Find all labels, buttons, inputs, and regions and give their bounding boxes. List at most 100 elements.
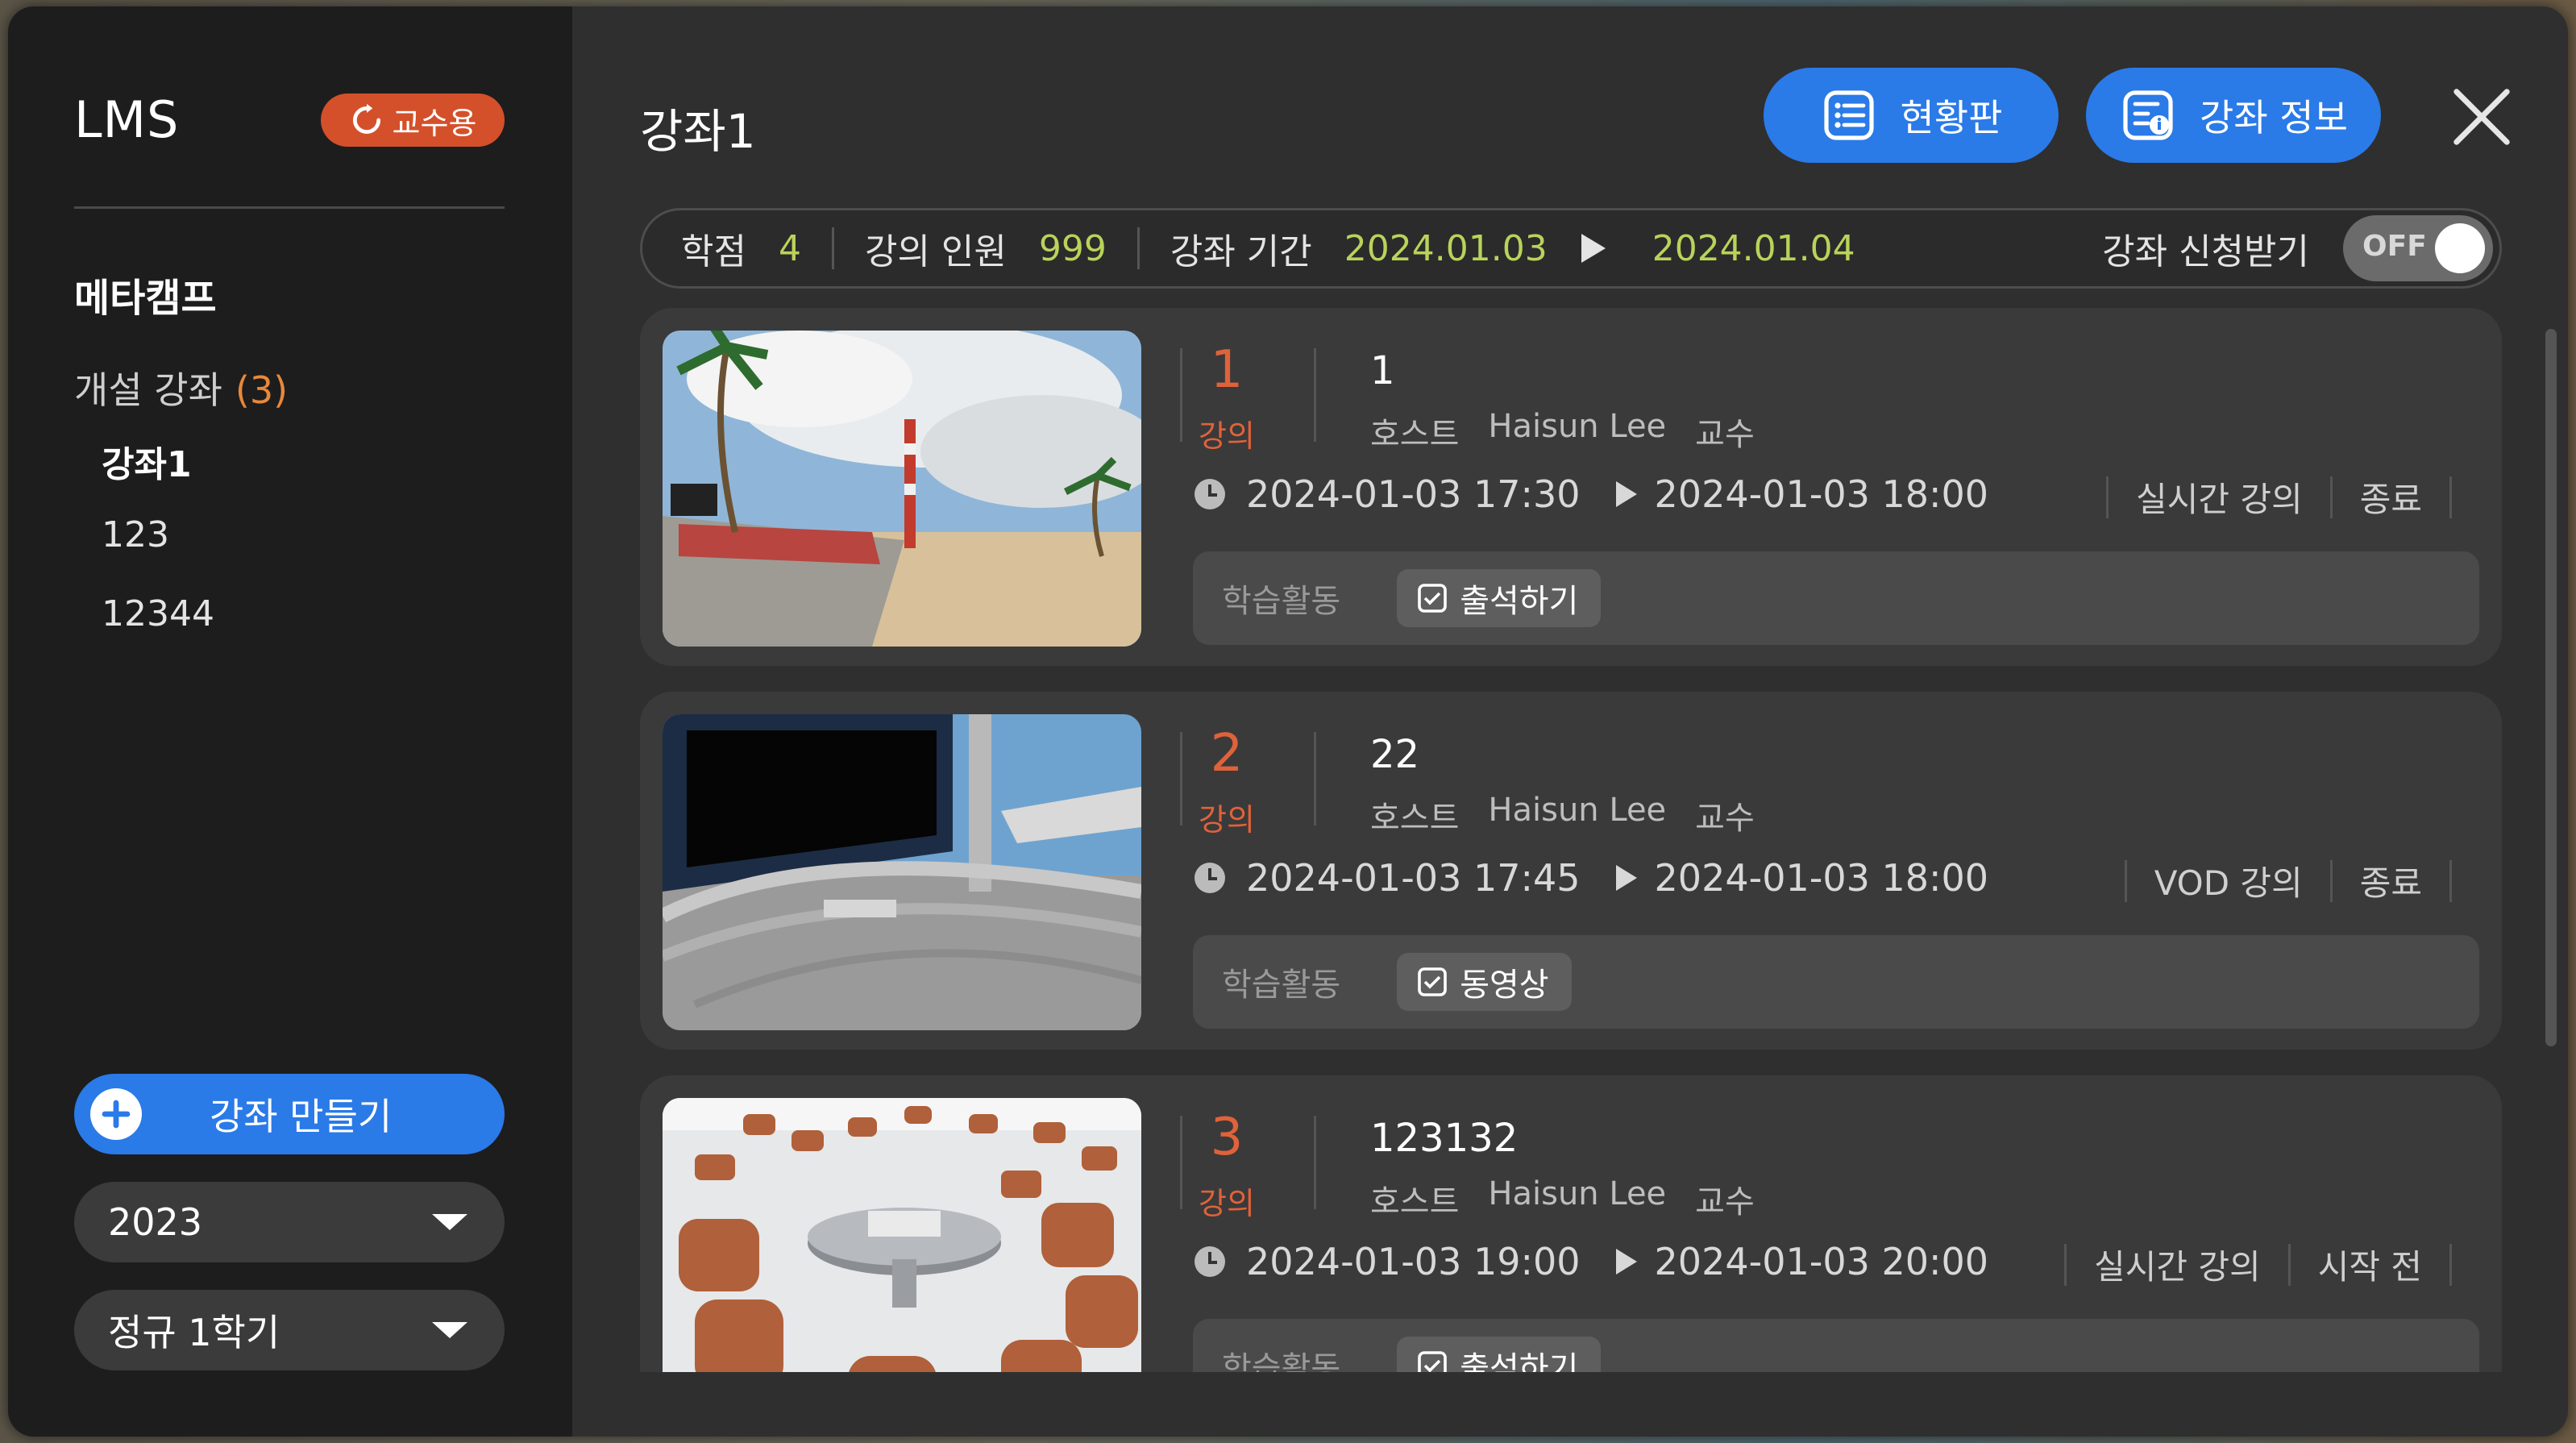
sidebar-course-2[interactable]: 123 [102, 514, 169, 555]
lecture-number: 3 [1210, 1108, 1244, 1167]
lecture-type: VOD 강의 [2154, 863, 2303, 903]
enroll-toggle[interactable]: OFF [2343, 215, 2493, 281]
separator [1180, 348, 1182, 442]
chevron-down-icon [432, 1322, 467, 1338]
lecture-card[interactable]: 3 강의 123132 호스트 Haisun Lee 교수 2024-01-03… [640, 1075, 2502, 1372]
lecture-number-label: 강의 [1199, 418, 1255, 454]
host-role: 교수 [1695, 416, 1755, 453]
app-title: LMS [74, 90, 180, 149]
sidebar-course-3[interactable]: 12344 [102, 593, 214, 634]
lecture-thumbnail-hall [663, 714, 1141, 1030]
dashboard-label: 현황판 [1900, 96, 2003, 139]
time-row: 2024-01-03 17:45 2024-01-03 18:00 [1195, 856, 1988, 900]
clock-icon [1195, 863, 1225, 893]
create-course-label: 강좌 만들기 [210, 1095, 393, 1138]
lecture-number: 2 [1210, 724, 1244, 784]
sidebar-course-1[interactable]: 강좌1 [102, 435, 192, 487]
host-row: 호스트 Haisun Lee 교수 [1370, 1175, 1755, 1222]
plus-icon [90, 1088, 142, 1140]
period-start: 2024.01.03 [1344, 227, 1548, 269]
lecture-number-label: 강의 [1199, 1186, 1255, 1221]
activity-chip-video[interactable]: 동영상 [1397, 953, 1572, 1011]
dashboard-button[interactable]: 현황판 [1764, 68, 2059, 163]
role-badge-label: 교수용 [392, 105, 477, 141]
lecture-start: 2024-01-03 17:30 [1246, 472, 1581, 516]
time-row: 2024-01-03 19:00 2024-01-03 20:00 [1195, 1240, 1988, 1283]
info-document-icon [2123, 90, 2173, 140]
host-role: 교수 [1695, 1183, 1755, 1221]
capacity-label: 강의 인원 [864, 231, 1007, 272]
semester-select[interactable]: 정규 1학기 [74, 1290, 505, 1370]
activity-label: 학습활동 [1222, 967, 1341, 1004]
lecture-start: 2024-01-03 19:00 [1246, 1240, 1581, 1283]
open-courses-count: (3) [235, 368, 289, 412]
time-row: 2024-01-03 17:30 2024-01-03 18:00 [1195, 472, 1988, 516]
separator [2329, 859, 2333, 902]
host-row: 호스트 Haisun Lee 교수 [1370, 408, 1755, 455]
toggle-knob [2435, 223, 2485, 273]
refresh-icon [352, 103, 380, 135]
year-select-value: 2023 [108, 1200, 203, 1244]
separator [831, 227, 834, 269]
checkbox-icon [1418, 967, 1448, 996]
separator [1180, 1116, 1182, 1209]
lecture-status: 종료 [2359, 480, 2422, 519]
separator [1180, 732, 1182, 825]
close-icon[interactable] [2450, 85, 2513, 148]
status-box: VOD 강의 종료 [2097, 856, 2479, 905]
play-arrow-icon [1615, 481, 1637, 507]
credit-value: 4 [778, 227, 801, 269]
lecture-end: 2024-01-03 18:00 [1654, 856, 1989, 900]
lecture-number-label: 강의 [1199, 802, 1255, 838]
year-select[interactable]: 2023 [74, 1182, 505, 1262]
separator [2124, 859, 2127, 902]
course-info-button[interactable]: 강좌 정보 [2086, 68, 2381, 163]
lecture-title: 123132 [1370, 1116, 1519, 1161]
play-arrow-icon [1615, 865, 1637, 891]
separator [2106, 476, 2109, 518]
checkbox-icon [1418, 1351, 1448, 1372]
toggle-state: OFF [2362, 230, 2427, 263]
lecture-status: 종료 [2359, 863, 2422, 903]
separator [1314, 732, 1316, 825]
host-label: 호스트 [1370, 416, 1460, 453]
lecture-thumbnail-beach [663, 331, 1141, 647]
lecture-end: 2024-01-03 18:00 [1654, 472, 1989, 516]
role-switch-badge[interactable]: 교수용 [321, 94, 505, 147]
period-end: 2024.01.04 [1652, 227, 1855, 269]
lecture-card[interactable]: 2 강의 22 호스트 Haisun Lee 교수 2024-01-03 17:… [640, 692, 2502, 1050]
separator [2287, 1243, 2291, 1286]
lecture-number: 1 [1210, 340, 1244, 400]
period-label: 강좌 기간 [1170, 231, 1312, 272]
page-title: 강좌1 [640, 104, 756, 159]
separator [2449, 1243, 2452, 1286]
play-arrow-icon [1615, 1249, 1637, 1275]
separator [2064, 1243, 2067, 1286]
list-board-icon [1823, 90, 1874, 140]
activity-row: 학습활동 출석하기 [1193, 1319, 2479, 1372]
clock-icon [1195, 1246, 1225, 1277]
separator [1136, 227, 1140, 269]
activity-chip-attendance[interactable]: 출석하기 [1397, 1337, 1602, 1372]
main-panel: 강좌1 현황판 강좌 정보 학점 4 강의 인원 999 강좌 기간 2024.… [572, 6, 2568, 1437]
host-role: 교수 [1695, 800, 1755, 837]
camp-title: 메타캠프 [74, 276, 217, 321]
host-name: Haisun Lee [1488, 792, 1667, 829]
course-info-label: 강좌 정보 [2200, 96, 2348, 139]
separator [1314, 348, 1316, 442]
lecture-type: 실시간 강의 [2094, 1247, 2261, 1287]
separator [2449, 476, 2452, 518]
scrollbar[interactable] [2545, 329, 2557, 1046]
checkbox-icon [1418, 584, 1448, 613]
create-course-button[interactable]: 강좌 만들기 [74, 1074, 505, 1154]
activity-chip-attendance[interactable]: 출석하기 [1397, 569, 1602, 627]
status-box: 실시간 강의 종료 [2079, 472, 2479, 522]
lecture-card[interactable]: 1 강의 1 호스트 Haisun Lee 교수 2024-01-03 17:3… [640, 308, 2502, 666]
open-courses-label: 개설 강좌 [74, 368, 222, 412]
semester-select-value: 정규 1학기 [108, 1311, 280, 1354]
open-courses-heading: 개설 강좌 (3) [74, 361, 288, 414]
lecture-start: 2024-01-03 17:45 [1246, 856, 1581, 900]
separator [2449, 859, 2452, 902]
capacity-value: 999 [1038, 227, 1107, 269]
activity-chip-label: 출석하기 [1460, 1350, 1579, 1372]
